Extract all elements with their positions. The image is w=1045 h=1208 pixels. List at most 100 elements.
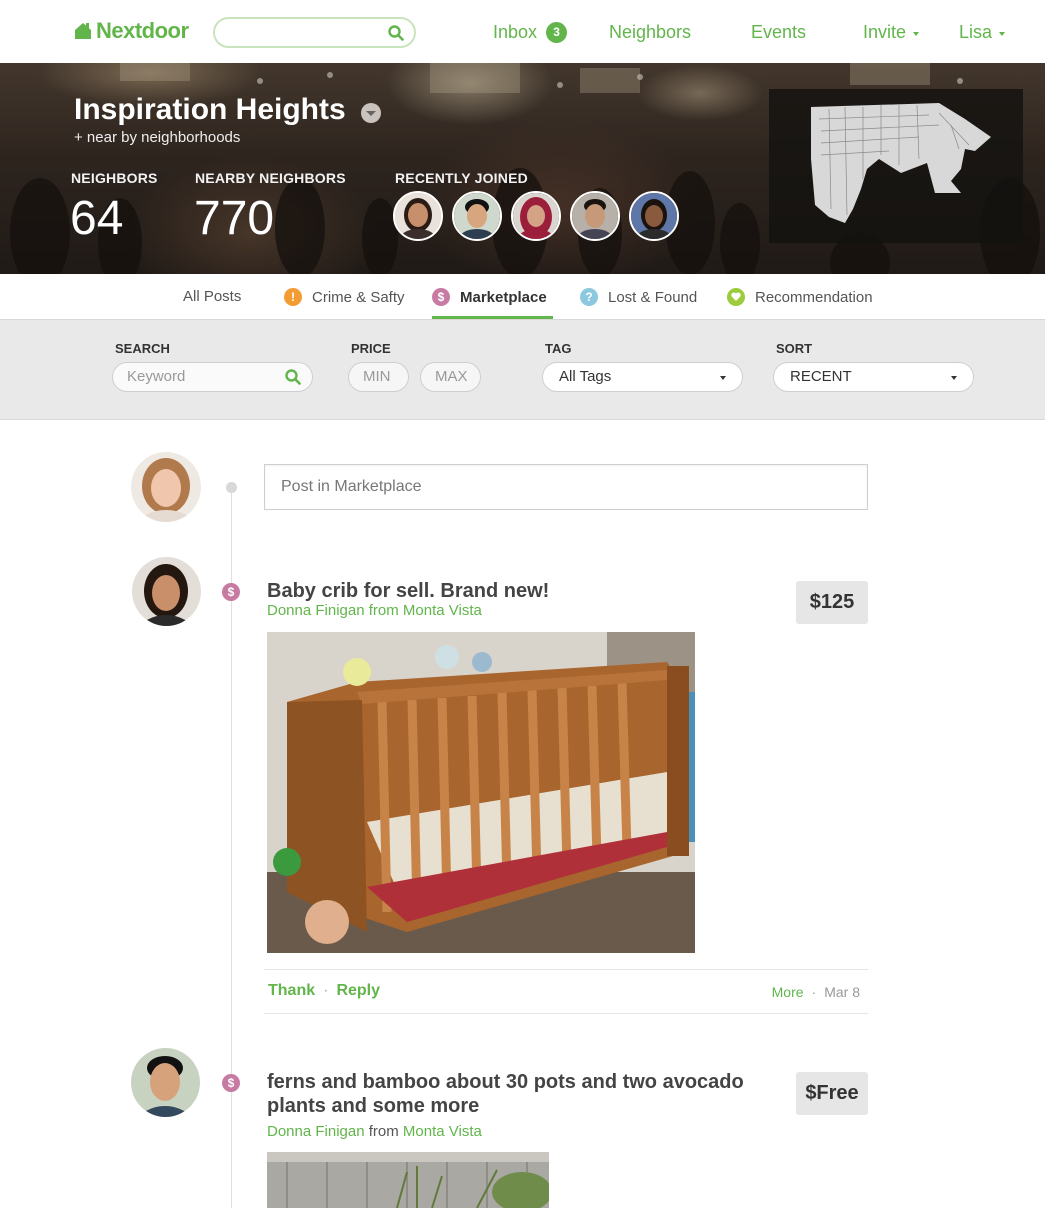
plants-photo: [267, 1152, 549, 1208]
post-author-avatar[interactable]: [132, 557, 201, 626]
avatar[interactable]: [629, 191, 679, 241]
dollar-icon: $: [432, 288, 450, 306]
neighborhood-dropdown-icon[interactable]: [361, 103, 381, 123]
active-tab-indicator: [432, 316, 553, 319]
post-category-tabs: All Posts ! Crime & Safty $ Marketplace …: [0, 274, 1045, 320]
alert-icon: !: [284, 288, 302, 306]
keyword-placeholder: Keyword: [127, 368, 186, 385]
post-title-line-2: plants and some more: [267, 1095, 480, 1117]
price-filter-label: PRICE: [351, 341, 391, 356]
sort-select-value: RECENT: [790, 368, 852, 385]
chevron-down-icon: [913, 31, 920, 36]
nearby-neighbors-label: NEARBY NEIGHBORS: [195, 170, 346, 186]
action-separator: ·: [323, 982, 329, 999]
avatar[interactable]: [452, 191, 502, 241]
nav-events[interactable]: Events: [751, 22, 806, 43]
post-photo[interactable]: [267, 632, 695, 953]
post-location-link[interactable]: Monta Vista: [403, 1123, 482, 1140]
tag-select-value: All Tags: [559, 368, 612, 385]
post-divider: [264, 1013, 868, 1014]
search-icon[interactable]: [388, 25, 404, 41]
recently-joined-label: RECENTLY JOINED: [395, 170, 528, 186]
chevron-down-icon: [720, 376, 726, 380]
marketplace-filters: SEARCH Keyword PRICE MIN MAX TAG All Tag…: [0, 320, 1045, 420]
price-tag: $Free: [796, 1072, 868, 1115]
dollar-icon: $: [222, 1074, 240, 1092]
tab-crime-safety-label: Crime & Safty: [312, 288, 405, 306]
tab-lost-found-label: Lost & Found: [608, 288, 698, 306]
post-actions: Thank · Reply: [268, 982, 380, 1000]
nav-user-menu[interactable]: Lisa: [959, 22, 1006, 43]
keyword-search-input[interactable]: Keyword: [112, 362, 313, 392]
avatar[interactable]: [570, 191, 620, 241]
price-tag: $125: [796, 581, 868, 624]
recently-joined-avatars: [393, 191, 688, 241]
tab-recommendation-label: Recommendation: [755, 288, 873, 306]
post-photo[interactable]: [267, 1152, 549, 1208]
nav-inbox[interactable]: Inbox 3: [493, 22, 568, 43]
nextdoor-logo[interactable]: Nextdoor: [72, 18, 189, 44]
price-min-input[interactable]: MIN: [348, 362, 409, 392]
chevron-down-icon: [999, 31, 1006, 36]
neighborhood-title[interactable]: Inspiration Heights: [74, 93, 346, 127]
post-author-line: Donna Finigan from Monta Vista: [267, 602, 482, 619]
meta-separator: ·: [811, 984, 817, 1000]
tab-all-posts[interactable]: All Posts: [183, 288, 241, 305]
tab-crime-safety[interactable]: ! Crime & Safty: [284, 288, 405, 306]
post-title[interactable]: ferns and bamboo about 30 pots and two a…: [267, 1070, 744, 1118]
neighborhood-map-shape: [811, 103, 991, 223]
logo-text: Nextdoor: [96, 18, 189, 43]
post-from-word: from: [368, 602, 399, 619]
post-composer-input[interactable]: Post in Marketplace: [264, 464, 868, 510]
nav-neighbors[interactable]: Neighbors: [609, 22, 691, 43]
tag-select[interactable]: All Tags: [542, 362, 743, 392]
post-location-link[interactable]: Monta Vista: [403, 602, 482, 619]
nav-user-label: Lisa: [959, 22, 993, 42]
post-meta-right: More · Mar 8: [772, 984, 860, 1000]
tag-filter-label: TAG: [545, 341, 572, 356]
avatar[interactable]: [511, 191, 561, 241]
nav-inbox-label: Inbox: [493, 22, 538, 42]
post-date: Mar 8: [824, 984, 860, 1000]
tab-recommendation[interactable]: Recommendation: [727, 288, 873, 306]
tab-all-posts-label: All Posts: [183, 288, 242, 305]
tab-marketplace[interactable]: $ Marketplace: [432, 288, 547, 306]
neighborhood-hero: Inspiration Heights + near by neighborho…: [0, 63, 1045, 274]
nav-invite[interactable]: Invite: [863, 22, 920, 43]
search-icon[interactable]: [285, 369, 301, 385]
post-author-link[interactable]: Donna Finigan: [267, 602, 365, 619]
post-title[interactable]: Baby crib for sell. Brand new!: [267, 579, 549, 603]
post-author-avatar[interactable]: [131, 1048, 200, 1117]
post-author-line: Donna Finigan from Monta Vista: [267, 1123, 482, 1140]
neighborhood-map[interactable]: [769, 89, 1023, 243]
avatar[interactable]: [393, 191, 443, 241]
price-max-input[interactable]: MAX: [420, 362, 481, 392]
search-filter-label: SEARCH: [115, 341, 170, 356]
tab-lost-found[interactable]: ? Lost & Found: [580, 288, 697, 306]
neighbors-count: 64: [70, 192, 124, 245]
baby-crib-photo: [267, 632, 695, 953]
sort-filter-label: SORT: [776, 341, 813, 356]
nearby-neighbors-count: 770: [194, 192, 275, 245]
nearby-neighborhoods-link[interactable]: + near by neighborhoods: [74, 129, 240, 146]
nav-invite-label: Invite: [863, 22, 907, 42]
thank-button[interactable]: Thank: [268, 982, 315, 1000]
heart-icon: [727, 288, 745, 306]
post-title-line-1: ferns and bamboo about 30 pots and two a…: [267, 1071, 744, 1093]
inbox-count-badge: 3: [546, 22, 568, 43]
timeline-dot: [226, 482, 237, 493]
post-divider: [264, 969, 868, 970]
top-search-input[interactable]: [213, 17, 416, 48]
tab-marketplace-label: Marketplace: [460, 288, 547, 306]
sort-select[interactable]: RECENT: [773, 362, 974, 392]
post-author-link[interactable]: Donna Finigan: [267, 1123, 365, 1140]
question-icon: ?: [580, 288, 598, 306]
chevron-down-icon: [951, 376, 957, 380]
more-button[interactable]: More: [772, 984, 804, 1000]
dollar-icon: $: [222, 583, 240, 601]
neighbors-label: NEIGHBORS: [71, 170, 158, 186]
reply-button[interactable]: Reply: [336, 982, 380, 1000]
post-from-word: from: [368, 1123, 399, 1140]
top-navigation: Nextdoor Inbox 3 Neighbors Events Invite…: [0, 0, 1045, 63]
current-user-avatar[interactable]: [131, 452, 201, 522]
